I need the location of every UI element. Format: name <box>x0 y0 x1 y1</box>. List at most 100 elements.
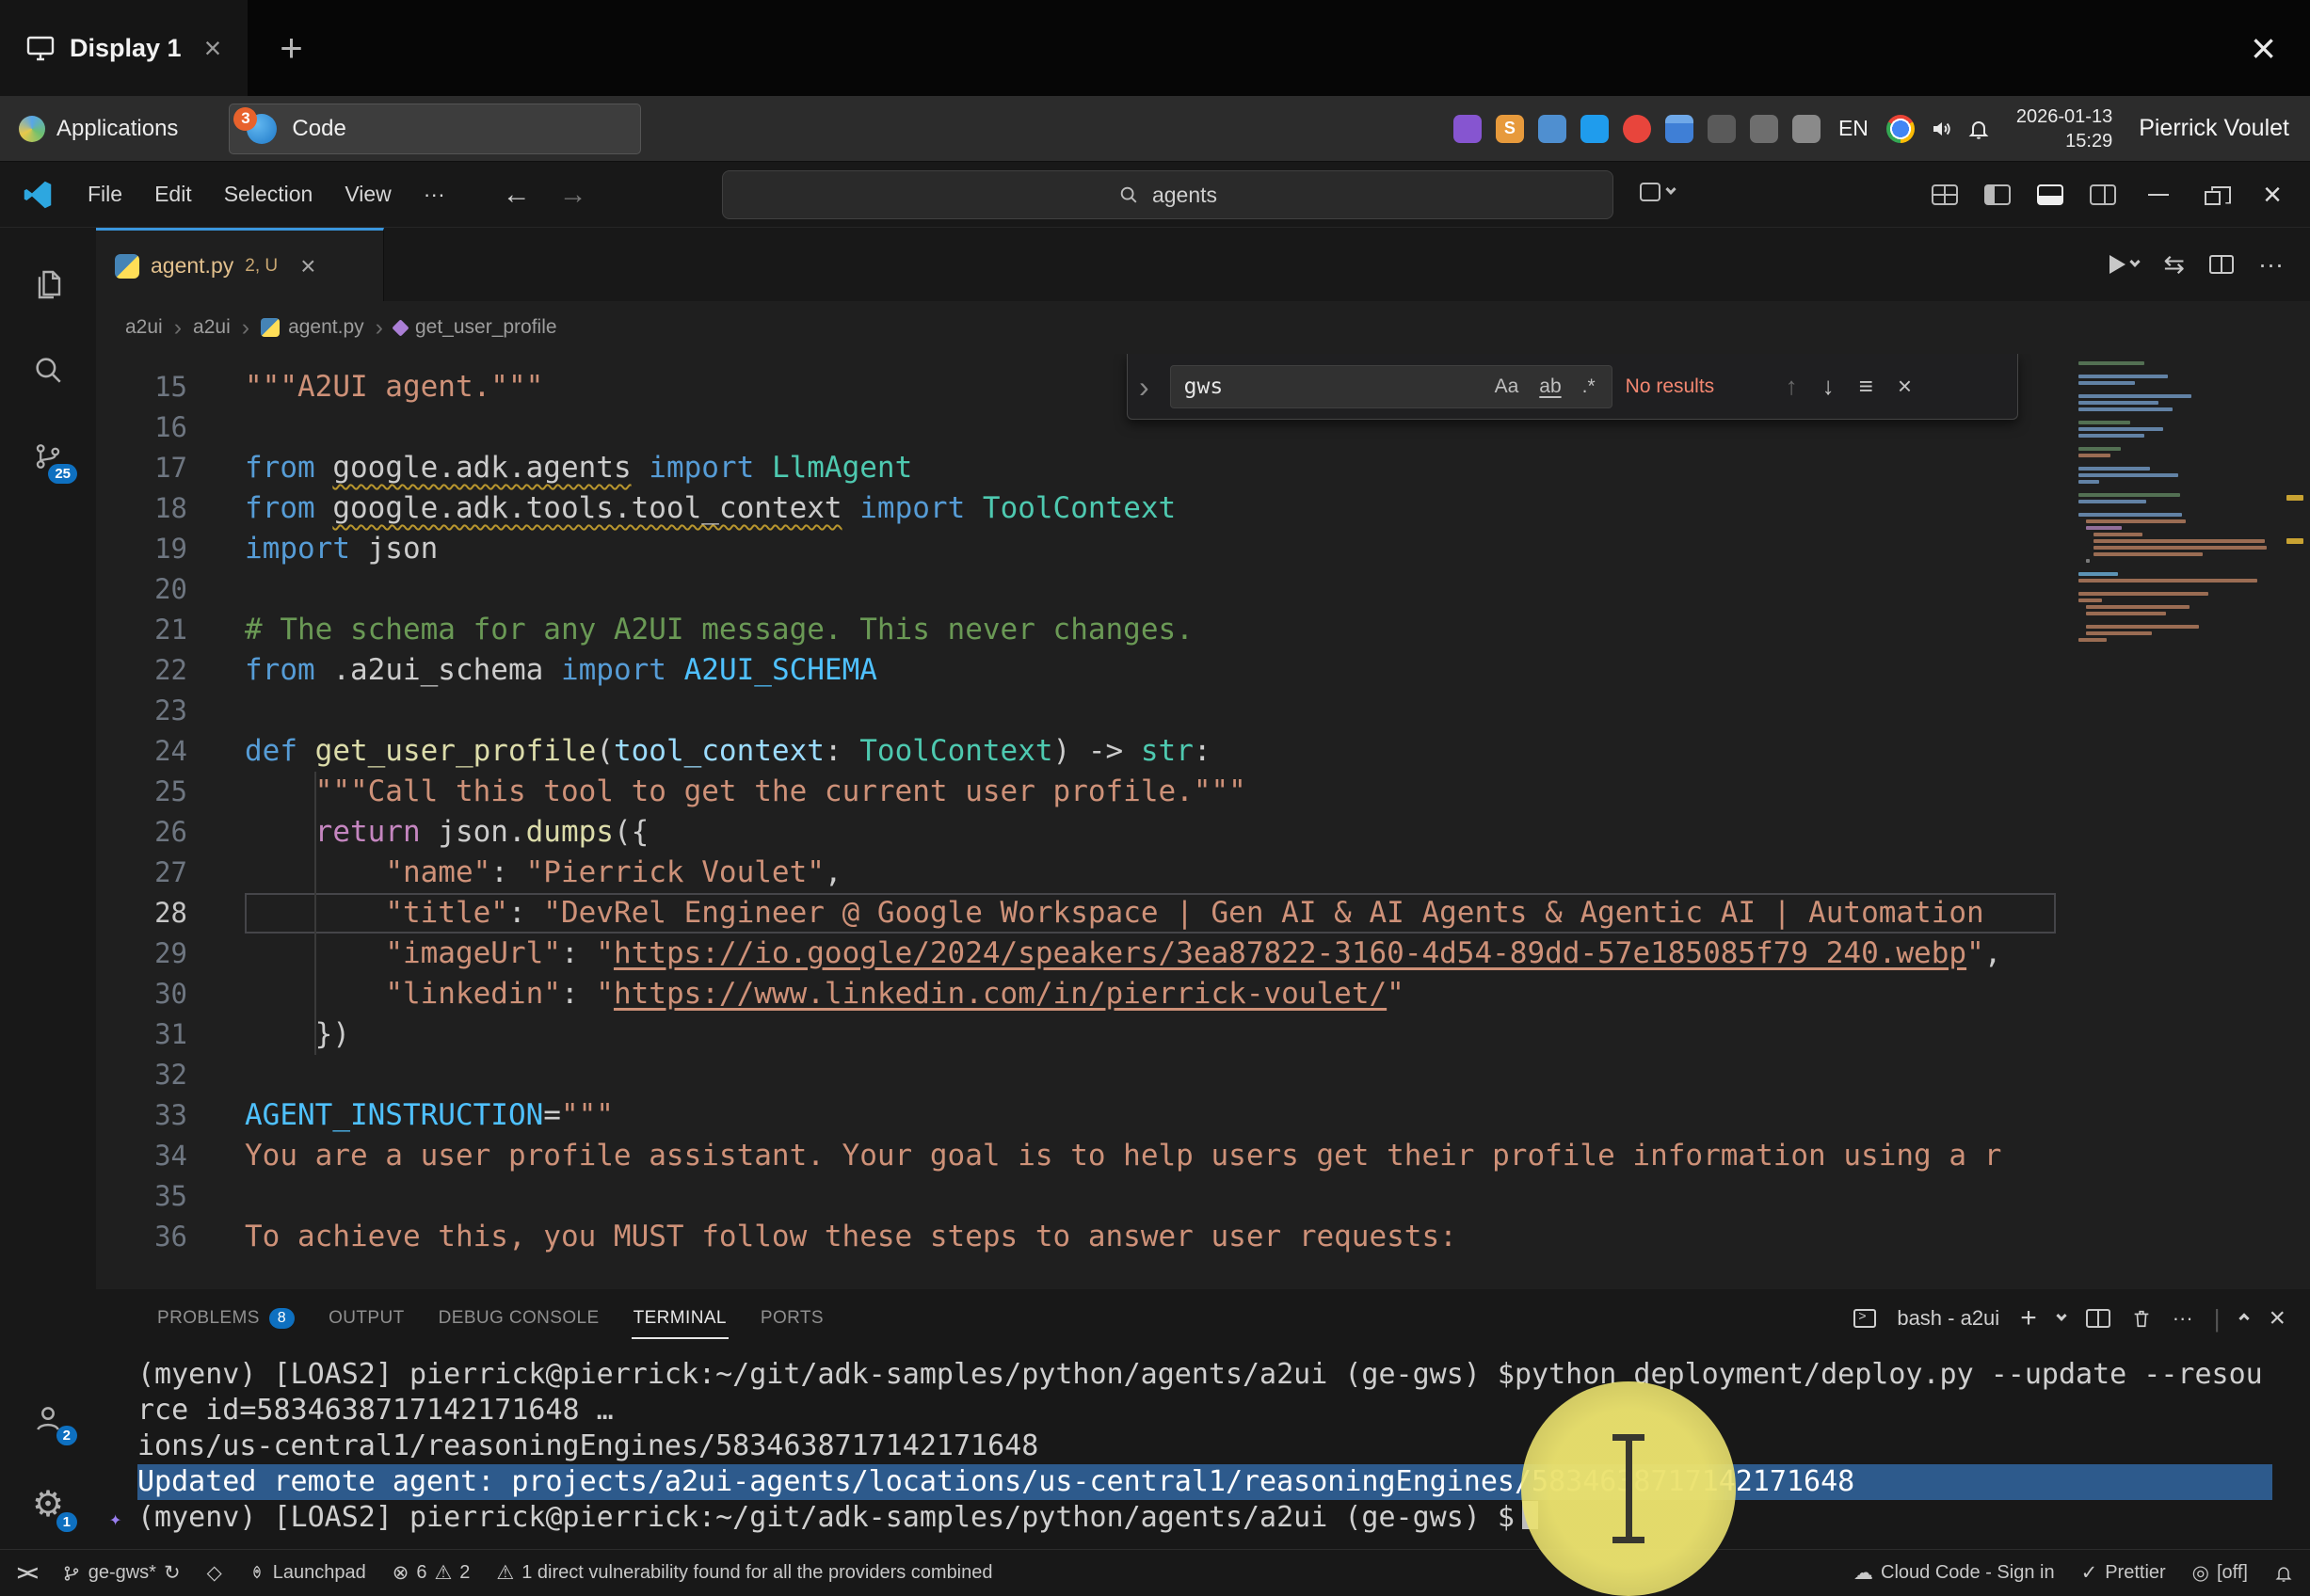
tray-stylus-icon[interactable] <box>1792 115 1821 143</box>
toggle-sidebar-icon[interactable] <box>1984 184 2011 205</box>
shell-label[interactable]: bash - a2ui <box>1897 1306 1999 1331</box>
editor-tab-agent-py[interactable]: agent.py 2, U × <box>96 228 384 301</box>
tray-app-icon-2[interactable]: S <box>1496 115 1524 143</box>
tray-app-icon-3[interactable] <box>1538 115 1566 143</box>
menu-selection[interactable]: Selection <box>210 176 328 213</box>
menu-file[interactable]: File <box>73 176 136 213</box>
applications-menu[interactable]: Applications <box>0 96 197 161</box>
prettier-status[interactable]: ✓ Prettier <box>2081 1562 2166 1584</box>
regex-button[interactable]: .* <box>1574 373 1604 401</box>
tab-terminal[interactable]: TERMINAL <box>617 1289 744 1348</box>
launchpad-status[interactable]: Launchpad <box>249 1562 366 1584</box>
keyboard-layout-indicator[interactable]: EN <box>1838 116 1869 141</box>
code-lines[interactable]: 15"""A2UI agent."""1617from google.adk.a… <box>96 354 2310 1257</box>
new-terminal-icon[interactable]: + <box>2020 1304 2037 1333</box>
close-window-button[interactable]: × <box>2263 179 2282 211</box>
code-line: 29 "imageUrl": "https://io.google/2024/s… <box>96 934 2056 974</box>
go-back-icon[interactable]: ← <box>503 179 531 211</box>
menu-edit[interactable]: Edit <box>140 176 206 213</box>
layout-dropdown-icon[interactable] <box>1640 183 1675 201</box>
vulnerability-status[interactable]: ⚠ 1 direct vulnerability found for all t… <box>496 1562 992 1584</box>
minimize-button[interactable] <box>2148 194 2169 196</box>
find-previous-icon[interactable]: ↑ <box>1780 372 1804 401</box>
settings-gear-icon[interactable]: ⚙ 1 <box>24 1481 72 1528</box>
applications-icon <box>19 116 45 142</box>
tray-browser-icon[interactable] <box>1623 115 1651 143</box>
more-menus-icon[interactable]: ··· <box>409 176 459 213</box>
tab-problems[interactable]: PROBLEMS 8 <box>140 1289 312 1348</box>
status-extra-icon[interactable]: ◇ <box>207 1563 222 1583</box>
code-line: 17from google.adk.agents import LlmAgent <box>96 448 2056 488</box>
find-in-selection-icon[interactable]: ≡ <box>1853 372 1879 401</box>
customize-layout-icon[interactable] <box>1932 184 1958 205</box>
terminal-line: rce id=5834638717142171648 … <box>137 1393 2272 1428</box>
volume-icon[interactable] <box>1929 118 1953 140</box>
explorer-icon[interactable] <box>24 260 72 307</box>
more-editor-actions-icon[interactable]: ··· <box>2258 250 2284 279</box>
match-case-button[interactable]: Aa <box>1486 373 1528 401</box>
chrome-icon[interactable] <box>1886 115 1915 143</box>
session-close-icon[interactable]: × <box>2251 26 2276 70</box>
minimap[interactable] <box>2073 354 2280 1289</box>
tab-close-icon[interactable]: × <box>300 253 315 279</box>
problems-status[interactable]: ⊗6 ⚠2 <box>393 1562 471 1584</box>
source-control-icon[interactable]: 25 <box>24 433 72 480</box>
close-panel-icon[interactable]: × <box>2269 1304 2286 1333</box>
tray-app-icon-1[interactable] <box>1453 115 1482 143</box>
restore-button[interactable] <box>2205 184 2227 205</box>
terminal-dropdown-icon[interactable] <box>2056 1311 2066 1321</box>
tab-ports[interactable]: PORTS <box>744 1289 841 1348</box>
notifications-icon[interactable] <box>1967 118 1990 140</box>
new-tab-icon[interactable]: + <box>280 28 303 68</box>
code-editor[interactable]: 15"""A2UI agent."""1617from google.adk.a… <box>96 354 2310 1289</box>
off-toggle-status[interactable]: ◎ [off] <box>2192 1562 2248 1584</box>
find-next-icon[interactable]: ↓ <box>1817 372 1840 401</box>
toggle-panel-icon[interactable] <box>2037 184 2063 205</box>
split-terminal-icon[interactable] <box>2086 1309 2110 1328</box>
tray-vscode-icon[interactable] <box>1580 115 1609 143</box>
tab-debug-console[interactable]: DEBUG CONSOLE <box>422 1289 617 1348</box>
code-line: 33AGENT_INSTRUCTION=""" <box>96 1095 2056 1136</box>
go-forward-icon[interactable]: → <box>559 179 587 211</box>
tray-files-icon[interactable] <box>1665 115 1693 143</box>
warning-mark <box>2286 538 2303 544</box>
vscode-titlebar: File Edit Selection View ··· ← → agents … <box>0 162 2310 228</box>
toggle-secondary-sidebar-icon[interactable] <box>2090 184 2116 205</box>
display-tab[interactable]: Display 1 × <box>0 0 248 96</box>
tray-display-icon[interactable] <box>1750 115 1778 143</box>
breadcrumb-item-file[interactable]: agent.py <box>261 316 364 339</box>
window-button-code[interactable]: 3 Code <box>229 104 641 154</box>
display-tab-close-icon[interactable]: × <box>204 33 222 63</box>
code-line: 19import json <box>96 529 2056 569</box>
cloud-code-status[interactable]: ☁ Cloud Code - Sign in <box>1853 1562 2055 1584</box>
bell-icon[interactable] <box>2274 1564 2293 1583</box>
more-panel-actions-icon[interactable]: ··· <box>2173 1306 2193 1331</box>
code-line: 21# The schema for any A2UI message. Thi… <box>96 610 2056 650</box>
open-changes-icon[interactable]: ⇆ <box>2163 250 2185 279</box>
whole-word-button[interactable]: ab <box>1531 373 1569 401</box>
run-python-file-icon[interactable] <box>2109 255 2139 274</box>
remote-indicator[interactable]: >< <box>17 1561 36 1586</box>
find-input[interactable]: gws Aa ab .* <box>1170 365 1612 408</box>
breadcrumb-item-a2ui[interactable]: a2ui <box>125 316 163 339</box>
toggle-replace-icon[interactable]: › <box>1131 372 1157 402</box>
settings-badge: 1 <box>56 1512 77 1532</box>
clock[interactable]: 2026-01-13 15:29 <box>2016 104 2112 153</box>
kill-terminal-icon[interactable] <box>2131 1308 2152 1329</box>
terminal[interactable]: (myenv) [LOAS2] pierrick@pierrick:~/git/… <box>96 1348 2310 1549</box>
tab-output[interactable]: OUTPUT <box>312 1289 422 1348</box>
menu-view[interactable]: View <box>330 176 405 213</box>
accounts-icon[interactable]: 2 <box>24 1395 72 1442</box>
vscode-window-icon: 3 <box>247 114 277 144</box>
split-editor-icon[interactable] <box>2209 255 2234 274</box>
tray-keyboard-icon[interactable] <box>1708 115 1736 143</box>
command-center-search[interactable]: agents <box>722 170 1613 219</box>
check-icon: ✓ <box>2081 1563 2098 1583</box>
breadcrumb-item-a2ui-2[interactable]: a2ui <box>193 316 231 339</box>
terminal-shell-icon <box>1853 1309 1876 1328</box>
find-close-icon[interactable]: × <box>1892 372 1917 401</box>
search-view-icon[interactable] <box>24 346 72 393</box>
maximize-panel-icon[interactable] <box>2239 1313 2250 1323</box>
breadcrumb-item-symbol[interactable]: get_user_profile <box>394 316 557 339</box>
branch-status[interactable]: ge-gws* ↻ <box>62 1562 181 1584</box>
